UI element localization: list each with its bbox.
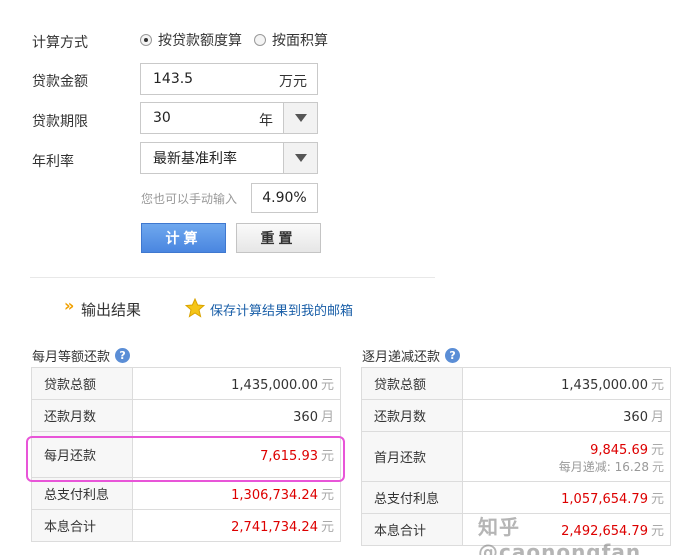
table-row: 本息合计 2,741,734.24 元 (31, 509, 341, 542)
rate-label: 年利率 (32, 154, 74, 170)
row-unit: 元 (320, 488, 334, 503)
table-row: 还款月数 360 月 (361, 399, 671, 432)
radio-by-area[interactable]: 按面积算 (254, 30, 328, 50)
loan-amount-value: 143.5 (153, 71, 194, 87)
row-value: 1,057,654.79 (561, 492, 648, 507)
rate-dropdown-button[interactable] (283, 143, 317, 173)
row-unit: 元 (651, 459, 664, 474)
star-icon (185, 298, 205, 318)
decreasing-payment-title-text: 逐月递减还款 (362, 350, 441, 365)
row-value: 1,435,000.00 (231, 378, 318, 393)
row-unit: 月 (650, 410, 664, 425)
table-row: 首月还款 9,845.69 元 每月递减: 16.28 元 (361, 431, 671, 482)
help-icon[interactable]: ? (115, 348, 131, 363)
table-row: 还款月数 360 月 (31, 399, 341, 432)
loan-amount-label: 贷款金额 (32, 74, 88, 90)
row-unit: 元 (650, 442, 664, 458)
monthly-decrease-label: 每月递减: (558, 459, 611, 474)
row-value-cell: 360 月 (462, 399, 671, 432)
first-month-payment-value: 9,845.69 (590, 442, 648, 458)
row-value-cell: 1,435,000.00 元 (462, 367, 671, 400)
loan-term-label: 贷款期限 (32, 114, 88, 130)
radio-by-amount-label: 按贷款额度算 (158, 33, 242, 49)
monthly-decrease-value: 16.28 (614, 459, 649, 474)
row-value-cell: 1,057,654.79 元 (462, 481, 671, 514)
table-row: 总支付利息 1,057,654.79 元 (361, 481, 671, 514)
loan-term-value: 30 (153, 110, 171, 126)
equal-payment-title-text: 每月等额还款 (32, 350, 111, 365)
manual-input-hint: 您也可以手动输入 (141, 192, 238, 206)
row-key: 本息合计 (31, 509, 133, 542)
loan-amount-unit: 万元 (279, 74, 307, 90)
row-key: 总支付利息 (361, 481, 463, 514)
row-value-cell: 1,435,000.00 元 (132, 367, 341, 400)
radio-by-area-label: 按面积算 (272, 33, 328, 49)
chevron-down-icon (294, 114, 307, 122)
help-icon[interactable]: ? (445, 348, 461, 363)
row-value-cell: 360 月 (132, 399, 341, 432)
loan-amount-input[interactable]: 143.5 万元 (140, 63, 318, 95)
chevron-down-icon (294, 154, 307, 162)
row-value-cell: 1,306,734.24 元 (132, 477, 341, 510)
calc-method-radio-group: 按贷款额度算 按面积算 (140, 30, 340, 50)
reset-button[interactable]: 重置 (236, 223, 321, 253)
rate-select-value: 最新基准利率 (153, 151, 237, 167)
rate-select[interactable]: 最新基准利率 (140, 142, 318, 174)
double-chevron-right-icon: » (64, 296, 75, 315)
radio-by-amount[interactable]: 按贷款额度算 (140, 30, 242, 50)
rate-input[interactable]: 4.90% (251, 183, 318, 213)
row-value-cell: 9,845.69 元 每月递减: 16.28 元 (462, 431, 671, 482)
row-value-cell: 2,741,734.24 元 (132, 509, 341, 542)
decreasing-payment-title: 逐月递减还款 ? (362, 346, 461, 365)
row-value: 360 (623, 410, 648, 425)
row-key: 还款月数 (31, 399, 133, 432)
row-key: 本息合计 (361, 513, 463, 546)
calculate-button[interactable]: 计算 (141, 223, 226, 253)
row-key: 贷款总额 (31, 367, 133, 400)
row-unit: 元 (650, 378, 664, 393)
row-key: 总支付利息 (31, 477, 133, 510)
row-unit: 元 (650, 492, 664, 507)
table-row: 贷款总额 1,435,000.00 元 (31, 367, 341, 400)
row-unit: 元 (320, 378, 334, 393)
row-key: 还款月数 (361, 399, 463, 432)
output-title: 输出结果 (81, 301, 142, 319)
table-row: 总支付利息 1,306,734.24 元 (31, 477, 341, 510)
divider (30, 277, 435, 278)
equal-payment-title: 每月等额还款 ? (32, 346, 131, 365)
row-value: 360 (293, 410, 318, 425)
loan-term-unit: 年 (259, 113, 273, 129)
radio-unselected-icon[interactable] (254, 34, 266, 46)
highlight-annotation (26, 436, 345, 482)
row-key: 贷款总额 (361, 367, 463, 400)
row-key: 首月还款 (361, 431, 463, 482)
save-to-email-link[interactable]: 保存计算结果到我的邮箱 (210, 300, 353, 319)
loan-term-dropdown-button[interactable] (283, 103, 317, 133)
calc-method-label: 计算方式 (32, 35, 88, 51)
table-row: 贷款总额 1,435,000.00 元 (361, 367, 671, 400)
row-value: 1,435,000.00 (561, 378, 648, 393)
watermark: 知乎 @caonongfan (478, 515, 642, 555)
loan-term-select[interactable]: 30 年 (140, 102, 318, 134)
row-value: 2,741,734.24 (231, 520, 318, 535)
radio-selected-icon[interactable] (140, 34, 152, 46)
row-value: 1,306,734.24 (231, 488, 318, 503)
row-unit: 月 (320, 410, 334, 425)
row-unit: 元 (320, 520, 334, 535)
